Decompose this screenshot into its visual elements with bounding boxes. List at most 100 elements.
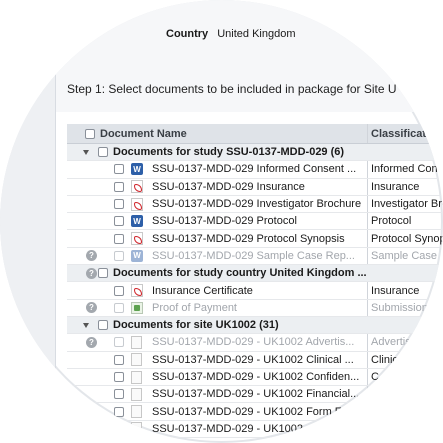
icon-cell: W <box>131 248 147 264</box>
icon-cell: W <box>131 161 147 177</box>
icon-cell <box>131 352 147 368</box>
document-name[interactable]: SSU-0137-MDD-029 - UK1002 <box>152 421 362 437</box>
table-row[interactable]: SSU-0137-MDD-029 Insurance Insurance <box>67 178 443 196</box>
document-classification: Sample Case R <box>367 247 443 265</box>
row-checkbox[interactable] <box>114 423 124 434</box>
generic-document-icon <box>131 370 142 384</box>
table-row[interactable]: ? W SSU-0137-MDD-029 Sample Case Rep... Sam… <box>67 247 443 266</box>
help-icon[interactable]: ? <box>86 336 97 348</box>
row-checkbox[interactable] <box>114 406 124 417</box>
table-row[interactable]: W SSU-0137-MDD-029 Informed Consent ... In… <box>67 161 443 179</box>
table-row[interactable]: SSU-0137-MDD-029 - UK1002 Financial... <box>67 386 443 404</box>
checkbox-cell <box>114 179 128 195</box>
document-name[interactable]: Proof of Payment <box>152 300 362 316</box>
row-checkbox[interactable] <box>114 337 124 348</box>
document-name[interactable]: SSU-0137-MDD-029 - UK1002 Advertis... <box>152 334 362 350</box>
document-name[interactable]: SSU-0137-MDD-029 - UK1002 Confiden... <box>152 369 362 385</box>
document-classification: Insurance <box>367 178 443 195</box>
checkbox-cell <box>114 230 128 246</box>
row-checkbox[interactable] <box>114 372 124 382</box>
icon-cell <box>131 282 147 298</box>
row-checkbox[interactable] <box>114 354 124 365</box>
table-row[interactable]: Insurance Certificate Insurance <box>67 282 443 300</box>
document-name[interactable]: SSU-0137-MDD-029 - UK1002 Clinical ... <box>152 352 362 368</box>
row-checkbox[interactable] <box>114 389 124 400</box>
checkbox-cell <box>98 265 112 281</box>
document-name[interactable]: SSU-0137-MDD-029 Protocol Synopsis <box>152 230 362 246</box>
pdf-document-icon <box>131 197 143 211</box>
group-row[interactable]: Documents for study SSU-0137-MDD-029 (6) <box>67 144 443 162</box>
document-classification <box>367 403 443 420</box>
column-document-name[interactable]: Document Name <box>100 124 310 143</box>
country-row: Country United Kingdom <box>166 28 296 40</box>
table-row[interactable]: ? SSU-0137-MDD-029 - UK1002 Advertis... Ad… <box>67 334 443 352</box>
step-title: Step 1: Select documents to be included … <box>67 82 397 96</box>
document-classification: Protocol Synops <box>367 230 443 247</box>
word-document-icon: W <box>131 249 143 262</box>
checkbox-cell <box>114 196 128 212</box>
word-document-icon: W <box>131 163 143 176</box>
group-row[interactable]: ? Documents for study country United King… <box>67 265 443 283</box>
group-title: Documents for study country United Kingd… <box>113 267 367 280</box>
country-value: United Kingdom <box>217 28 296 40</box>
document-classification <box>367 420 443 438</box>
table-row[interactable]: ? Proof of Payment Submission <box>67 299 443 317</box>
group-title: Documents for study SSU-0137-MDD-029 (6) <box>113 146 345 159</box>
document-classification: Informed Cons <box>367 161 443 178</box>
icon-cell <box>131 179 147 195</box>
row-checkbox[interactable] <box>114 216 124 227</box>
help-cell: ? <box>86 300 98 316</box>
table-row[interactable]: SSU-0137-MDD-029 - UK1002 Confiden... C <box>67 368 443 387</box>
expand-toggle-icon[interactable] <box>83 322 89 328</box>
document-name[interactable]: SSU-0137-MDD-029 Informed Consent ... <box>152 161 362 177</box>
table-row[interactable]: SSU-0137-MDD-029 - UK1002 Clinical ... Cl… <box>67 351 443 369</box>
row-checkbox[interactable] <box>114 164 124 175</box>
table-row[interactable]: SSU-0137-MDD-029 - UK1002 Form F <box>67 403 443 421</box>
icon-cell: W <box>131 213 147 229</box>
document-name[interactable]: SSU-0137-MDD-029 Sample Case Rep... <box>152 248 362 264</box>
column-classification[interactable]: Classificatio <box>367 124 443 143</box>
group-checkbox[interactable] <box>98 268 108 279</box>
document-name[interactable]: SSU-0137-MDD-029 Insurance <box>152 179 362 195</box>
checkbox-cell <box>114 352 128 368</box>
help-icon[interactable]: ? <box>86 267 97 279</box>
generic-document-icon <box>131 353 142 367</box>
expand-toggle-icon[interactable] <box>83 149 89 155</box>
document-name[interactable]: SSU-0137-MDD-029 - UK1002 Financial... <box>152 386 362 402</box>
document-name[interactable]: SSU-0137-MDD-029 - UK1002 Form F <box>152 403 362 419</box>
row-checkbox[interactable] <box>114 302 124 313</box>
icon-cell <box>131 369 147 385</box>
row-checkbox[interactable] <box>114 250 124 261</box>
document-name[interactable]: SSU-0137-MDD-029 Investigator Brochure <box>152 196 362 212</box>
checkbox-cell <box>114 282 128 298</box>
document-name[interactable]: Insurance Certificate <box>152 282 362 298</box>
table-row[interactable]: SSU-0137-MDD-029 Investigator Brochure In… <box>67 195 443 214</box>
group-checkbox[interactable] <box>98 147 108 158</box>
table-row[interactable]: SSU-0137-MDD-029 - UK1002 <box>67 420 443 439</box>
row-checkbox[interactable] <box>114 285 124 296</box>
left-rail <box>0 0 56 443</box>
help-icon[interactable]: ? <box>86 302 97 314</box>
checkbox-cell <box>114 248 128 264</box>
table-row[interactable]: SSU-0137-MDD-029 Protocol Synopsis Protoc… <box>67 230 443 248</box>
group-checkbox[interactable] <box>98 320 108 331</box>
table-row[interactable]: W SSU-0137-MDD-029 Protocol Protocol <box>67 213 443 231</box>
row-checkbox[interactable] <box>114 181 124 192</box>
help-cell: ? <box>86 248 98 264</box>
help-icon[interactable]: ? <box>86 250 97 262</box>
row-checkbox[interactable] <box>114 199 124 210</box>
grid-column-header: Document Name Classificatio <box>67 124 443 144</box>
toggle-cell <box>83 144 95 160</box>
icon-cell <box>131 386 147 402</box>
group-row[interactable]: Documents for site UK1002 (31) <box>67 316 443 335</box>
generic-document-icon <box>131 422 142 436</box>
word-document-icon: W <box>131 215 143 228</box>
icon-cell <box>131 300 147 316</box>
document-name[interactable]: SSU-0137-MDD-029 Protocol <box>152 213 362 229</box>
checkbox-cell <box>98 317 112 333</box>
row-checkbox[interactable] <box>114 233 124 244</box>
icon-cell <box>131 403 147 419</box>
select-all-checkbox[interactable] <box>85 128 95 139</box>
group-title: Documents for site UK1002 (31) <box>113 319 279 332</box>
toggle-cell <box>83 317 95 333</box>
